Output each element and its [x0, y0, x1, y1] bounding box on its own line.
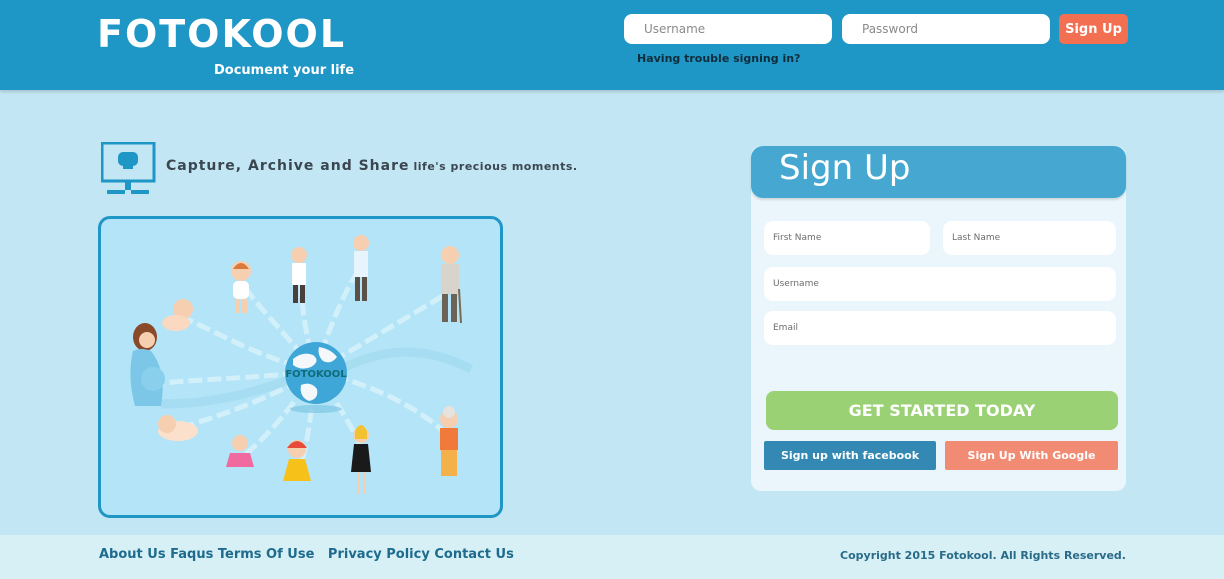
- email-field[interactable]: [764, 311, 1116, 345]
- facebook-signup-button[interactable]: Sign up with facebook: [764, 441, 936, 470]
- footer-link-faq[interactable]: Faqus: [170, 547, 213, 562]
- life-stages-illustration: FOTOKOOL: [98, 216, 503, 518]
- google-signup-button[interactable]: Sign Up With Google: [945, 441, 1118, 470]
- signup-card-header: Sign Up: [751, 146, 1126, 198]
- tagline: Document your life: [214, 63, 355, 78]
- signup-title: Sign Up: [779, 148, 911, 188]
- header-password-input[interactable]: [842, 14, 1050, 44]
- figure-pregnant-woman: [130, 323, 165, 406]
- logo[interactable]: FOTOKOOL: [97, 12, 346, 56]
- intro-headline: Capture, Archive and Share life's preciou…: [166, 158, 578, 174]
- username-field[interactable]: [764, 267, 1116, 301]
- intro-headline-main: Capture, Archive and Share: [166, 158, 410, 174]
- footer-link-privacy[interactable]: Privacy Policy: [328, 547, 430, 562]
- first-name-field[interactable]: [764, 221, 930, 255]
- footer-link-contact[interactable]: Contact Us: [434, 547, 513, 562]
- trouble-signing-in-link[interactable]: Having trouble signing in?: [637, 52, 800, 65]
- header-username-input[interactable]: [624, 14, 832, 44]
- signup-card: Sign Up GET STARTED TODAY Sign up with f…: [751, 146, 1126, 491]
- globe-logo-text: FOTOKOOL: [285, 369, 347, 380]
- footer: About Us Faqus Terms Of Use Privacy Poli…: [0, 535, 1224, 579]
- get-started-button[interactable]: GET STARTED TODAY: [766, 391, 1118, 430]
- footer-link-terms[interactable]: Terms Of Use: [218, 547, 315, 562]
- top-header: FOTOKOOL Document your life Sign Up Havi…: [0, 0, 1224, 90]
- intro-headline-sub: life's precious moments.: [413, 160, 578, 173]
- copyright-text: Copyright 2015 Fotokool. All Rights Rese…: [840, 549, 1126, 562]
- header-signup-button[interactable]: Sign Up: [1059, 14, 1128, 44]
- monitor-icon: [100, 141, 157, 196]
- footer-links: About Us Faqus Terms Of Use Privacy Poli…: [99, 547, 514, 562]
- footer-link-about[interactable]: About Us: [99, 547, 166, 562]
- last-name-field[interactable]: [943, 221, 1116, 255]
